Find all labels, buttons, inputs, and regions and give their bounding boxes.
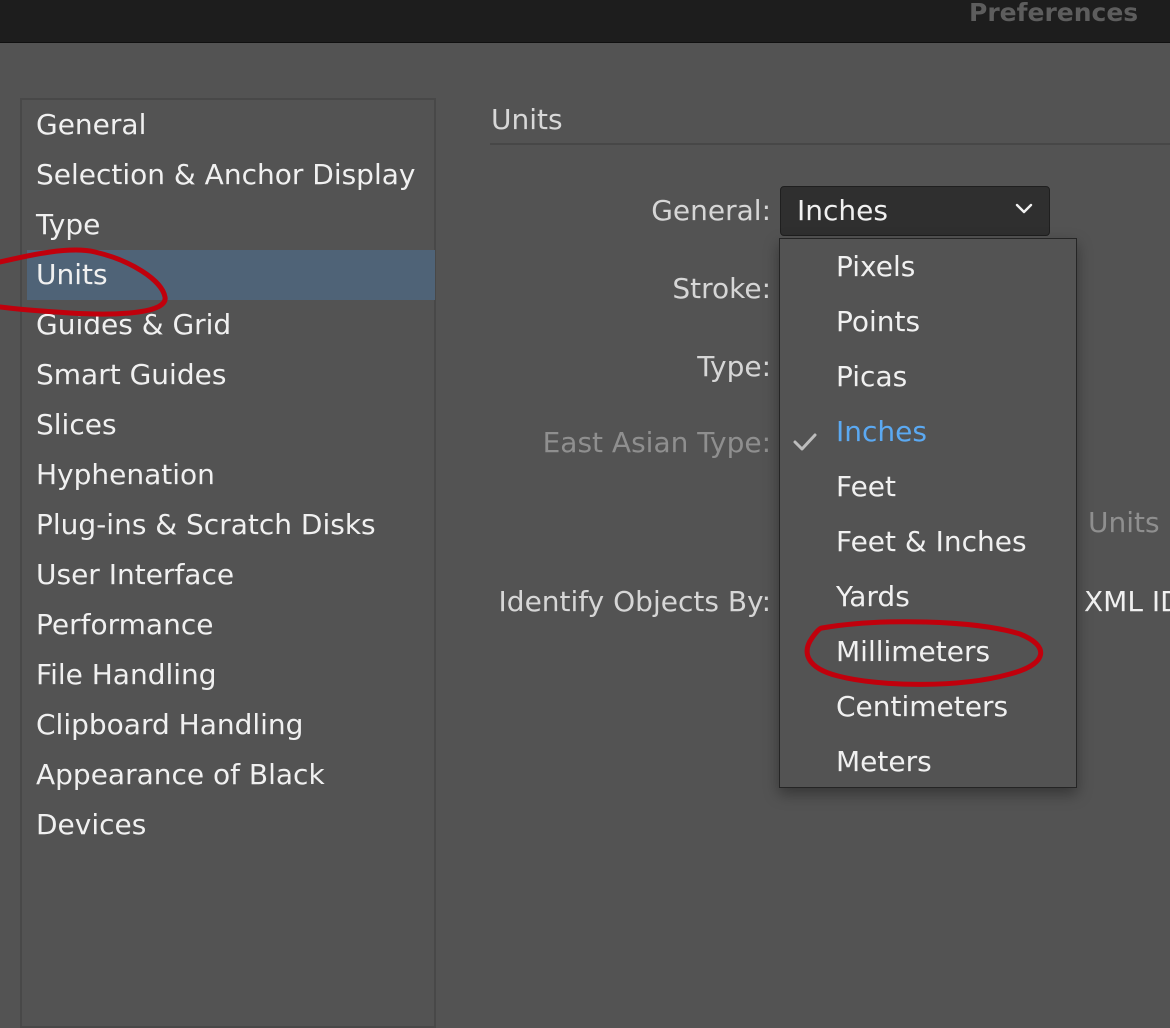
option-label: Inches [836,415,927,448]
dropdown-option-millimeters[interactable]: Millimeters [780,624,1076,679]
sidebar-item-smart-guides[interactable]: Smart Guides [27,350,435,400]
sidebar-item-appearance-of-black[interactable]: Appearance of Black [27,750,435,800]
sidebar-item-slices[interactable]: Slices [27,400,435,450]
general-units-label: General: [651,194,771,227]
option-label: Picas [836,360,908,393]
units-section-title: Units [491,103,563,136]
sidebar-item-general[interactable]: General [27,100,435,150]
dropdown-option-meters[interactable]: Meters [780,734,1076,789]
sidebar-item-hyphenation[interactable]: Hyphenation [27,450,435,500]
xml-id-option-label[interactable]: XML ID [1084,585,1170,618]
sidebar-item-file-handling[interactable]: File Handling [27,650,435,700]
dropdown-option-centimeters[interactable]: Centimeters [780,679,1076,734]
sidebar-item-user-interface[interactable]: User Interface [27,550,435,600]
dropdown-option-points[interactable]: Points [780,294,1076,349]
option-label: Points [836,305,921,338]
sidebar-item-performance[interactable]: Performance [27,600,435,650]
type-units-label: Type: [697,350,771,383]
dropdown-option-yards[interactable]: Yards [780,569,1076,624]
general-units-select-value: Inches [797,194,888,227]
units-dropdown-menu: Pixels Points Picas Inches Feet Feet & I… [779,238,1077,788]
east-asian-type-units-label: East Asian Type: [542,426,771,459]
identify-objects-by-label: Identify Objects By: [498,585,771,618]
sidebar-item-devices[interactable]: Devices [27,800,435,850]
sidebar-item-type[interactable]: Type [27,200,435,250]
sidebar-item-plugins-scratch-disks[interactable]: Plug-ins & Scratch Disks [27,500,435,550]
sidebar-item-guides-grid[interactable]: Guides & Grid [27,300,435,350]
option-label: Pixels [836,250,916,283]
general-units-select[interactable]: Inches [780,186,1050,236]
option-label: Meters [836,745,932,778]
units-trailing-label: Units [1088,506,1160,539]
sidebar-item-clipboard-handling[interactable]: Clipboard Handling [27,700,435,750]
sidebar-item-selection-anchor-display[interactable]: Selection & Anchor Display [27,150,435,200]
option-label: Centimeters [836,690,1009,723]
preferences-sidebar: General Selection & Anchor Display Type … [20,98,436,1028]
dropdown-option-inches[interactable]: Inches [780,404,1076,459]
window-title: Preferences [969,0,1139,27]
stroke-units-label: Stroke: [672,272,771,305]
title-bar: Preferences [0,0,1170,43]
dropdown-option-pixels[interactable]: Pixels [780,239,1076,294]
option-label: Millimeters [836,635,991,668]
option-label: Yards [836,580,910,613]
dropdown-option-feet[interactable]: Feet [780,459,1076,514]
section-divider [490,143,1170,145]
option-label: Feet & Inches [836,525,1027,558]
chevron-down-icon [1013,197,1035,223]
dropdown-option-feet-inches[interactable]: Feet & Inches [780,514,1076,569]
option-label: Feet [836,470,897,503]
dropdown-option-picas[interactable]: Picas [780,349,1076,404]
sidebar-item-units[interactable]: Units [27,250,435,300]
